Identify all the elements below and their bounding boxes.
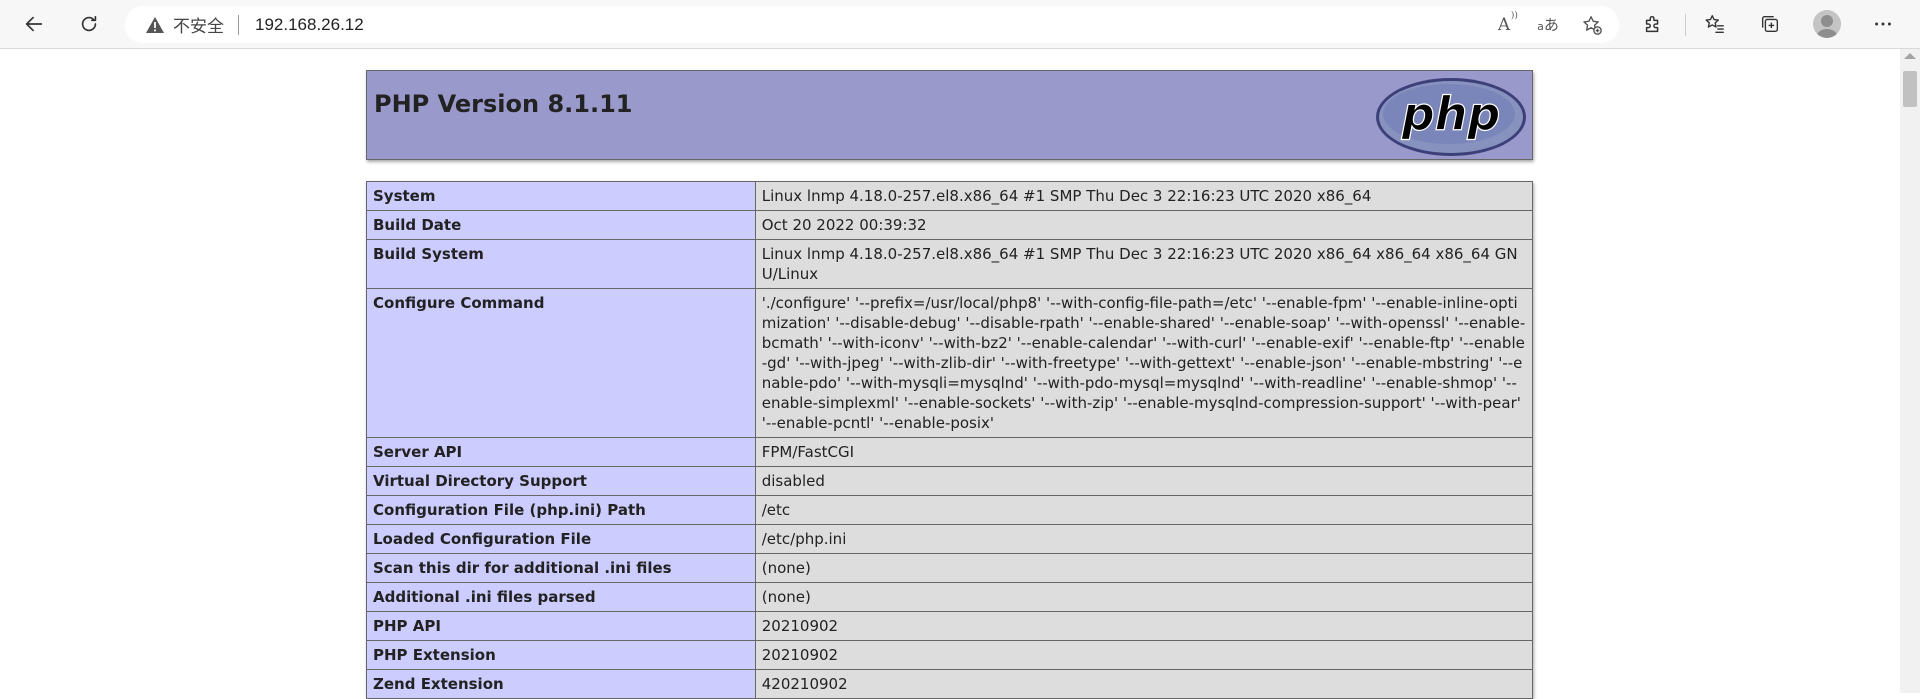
- row-value: /etc/php.ini: [754, 524, 1534, 554]
- table-row: Configuration File (php.ini) Path/etc: [366, 495, 1534, 525]
- translate-button[interactable]: aあ: [1531, 8, 1565, 41]
- row-key: Additional .ini files parsed: [366, 582, 756, 612]
- phpinfo-content: PHP Version 8.1.11 php System Linux lnmp …: [366, 70, 1534, 699]
- read-aloud-glyph: A: [1497, 14, 1511, 35]
- table-row: Server API FPM/FastCGI: [366, 437, 1534, 467]
- back-arrow-icon: [25, 16, 43, 32]
- row-key: System: [366, 181, 756, 211]
- row-key: Scan this dir for additional .ini files: [366, 553, 756, 583]
- translate-icon: aあ: [1537, 16, 1559, 34]
- browser-toolbar: 不安全 192.168.26.12 A)) aあ: [0, 0, 1920, 49]
- refresh-button[interactable]: [72, 7, 106, 41]
- favorites-list-icon: [1705, 15, 1724, 33]
- row-key: Server API: [366, 437, 756, 467]
- row-key: Configure Command: [366, 288, 756, 438]
- table-row: Virtual Directory Support disabled: [366, 466, 1534, 496]
- scroll-thumb[interactable]: [1903, 71, 1917, 107]
- row-value: Linux lnmp 4.18.0-257.el8.x86_64 #1 SMP …: [754, 239, 1534, 289]
- row-value: 20210902: [754, 640, 1534, 670]
- page-title: PHP Version 8.1.11: [374, 90, 633, 118]
- address-separator: [238, 14, 239, 35]
- scroll-up-arrow-icon[interactable]: [1904, 53, 1916, 59]
- row-value: 420210902: [754, 669, 1534, 699]
- add-favorite-button[interactable]: [1575, 8, 1609, 41]
- table-row: System Linux lnmp 4.18.0-257.el8.x86_64 #…: [366, 181, 1534, 211]
- star-add-icon: [1583, 15, 1602, 35]
- row-key: PHP Extension: [366, 640, 756, 670]
- translate-glyph: あ: [1543, 16, 1559, 34]
- insecure-label[interactable]: 不安全: [173, 12, 224, 37]
- toolbar-divider: [1685, 14, 1686, 36]
- row-value: Oct 20 2022 00:39:32: [754, 210, 1534, 240]
- php-info-table: System Linux lnmp 4.18.0-257.el8.x86_64 #…: [366, 181, 1534, 699]
- row-value: /etc: [754, 495, 1534, 525]
- collections-icon: [1761, 15, 1779, 33]
- row-key: PHP API: [366, 611, 756, 641]
- table-row: PHP API 20210902: [366, 611, 1534, 641]
- php-version-header: PHP Version 8.1.11 php: [366, 70, 1533, 160]
- vertical-scrollbar[interactable]: [1900, 49, 1920, 693]
- table-row: Build Date Oct 20 2022 00:39:32: [366, 210, 1534, 240]
- table-row: Build System Linux lnmp 4.18.0-257.el8.x8…: [366, 239, 1534, 289]
- extensions-button[interactable]: [1636, 7, 1670, 41]
- row-key: Build Date: [366, 210, 756, 240]
- table-row: Scan this dir for additional .ini files(…: [366, 553, 1534, 583]
- warning-icon[interactable]: [145, 16, 165, 34]
- table-row: Zend Extension 420210902: [366, 669, 1534, 699]
- avatar-icon: [1813, 10, 1841, 38]
- table-row: Loaded Configuration File/etc/php.ini: [366, 524, 1534, 554]
- back-button[interactable]: [17, 7, 51, 41]
- row-value: (none): [754, 582, 1534, 612]
- row-key: Loaded Configuration File: [366, 524, 756, 554]
- php-logo[interactable]: php: [1375, 77, 1527, 157]
- row-value: Linux lnmp 4.18.0-257.el8.x86_64 #1 SMP …: [754, 181, 1534, 211]
- row-value: FPM/FastCGI: [754, 437, 1534, 467]
- php-logo-text: php: [1401, 87, 1501, 141]
- more-dots-icon: [1875, 22, 1891, 26]
- url-text[interactable]: 192.168.26.12: [255, 15, 364, 35]
- address-bar[interactable]: 不安全 192.168.26.12 A)) aあ: [125, 6, 1619, 43]
- row-value: 20210902: [754, 611, 1534, 641]
- collections-button[interactable]: [1753, 7, 1787, 41]
- row-key: Zend Extension: [366, 669, 756, 699]
- favorites-button[interactable]: [1698, 7, 1732, 41]
- profile-button[interactable]: [1810, 7, 1844, 41]
- table-row: PHP Extension 20210902: [366, 640, 1534, 670]
- row-key: Configuration File (php.ini) Path: [366, 495, 756, 525]
- row-key: Virtual Directory Support: [366, 466, 756, 496]
- read-aloud-button[interactable]: A)): [1487, 8, 1521, 41]
- row-value: (none): [754, 553, 1534, 583]
- settings-more-button[interactable]: [1866, 7, 1900, 41]
- refresh-icon: [81, 15, 97, 32]
- row-value: disabled: [754, 466, 1534, 496]
- table-row: Additional .ini files parsed (none): [366, 582, 1534, 612]
- row-key: Build System: [366, 239, 756, 289]
- table-row: Configure Command './configure' '--prefix…: [366, 288, 1534, 438]
- address-bar-actions: A)) aあ: [1477, 8, 1609, 41]
- row-value: './configure' '--prefix=/usr/local/php8'…: [754, 288, 1534, 438]
- puzzle-icon: [1645, 15, 1659, 33]
- read-aloud-icon: A)): [1497, 10, 1518, 35]
